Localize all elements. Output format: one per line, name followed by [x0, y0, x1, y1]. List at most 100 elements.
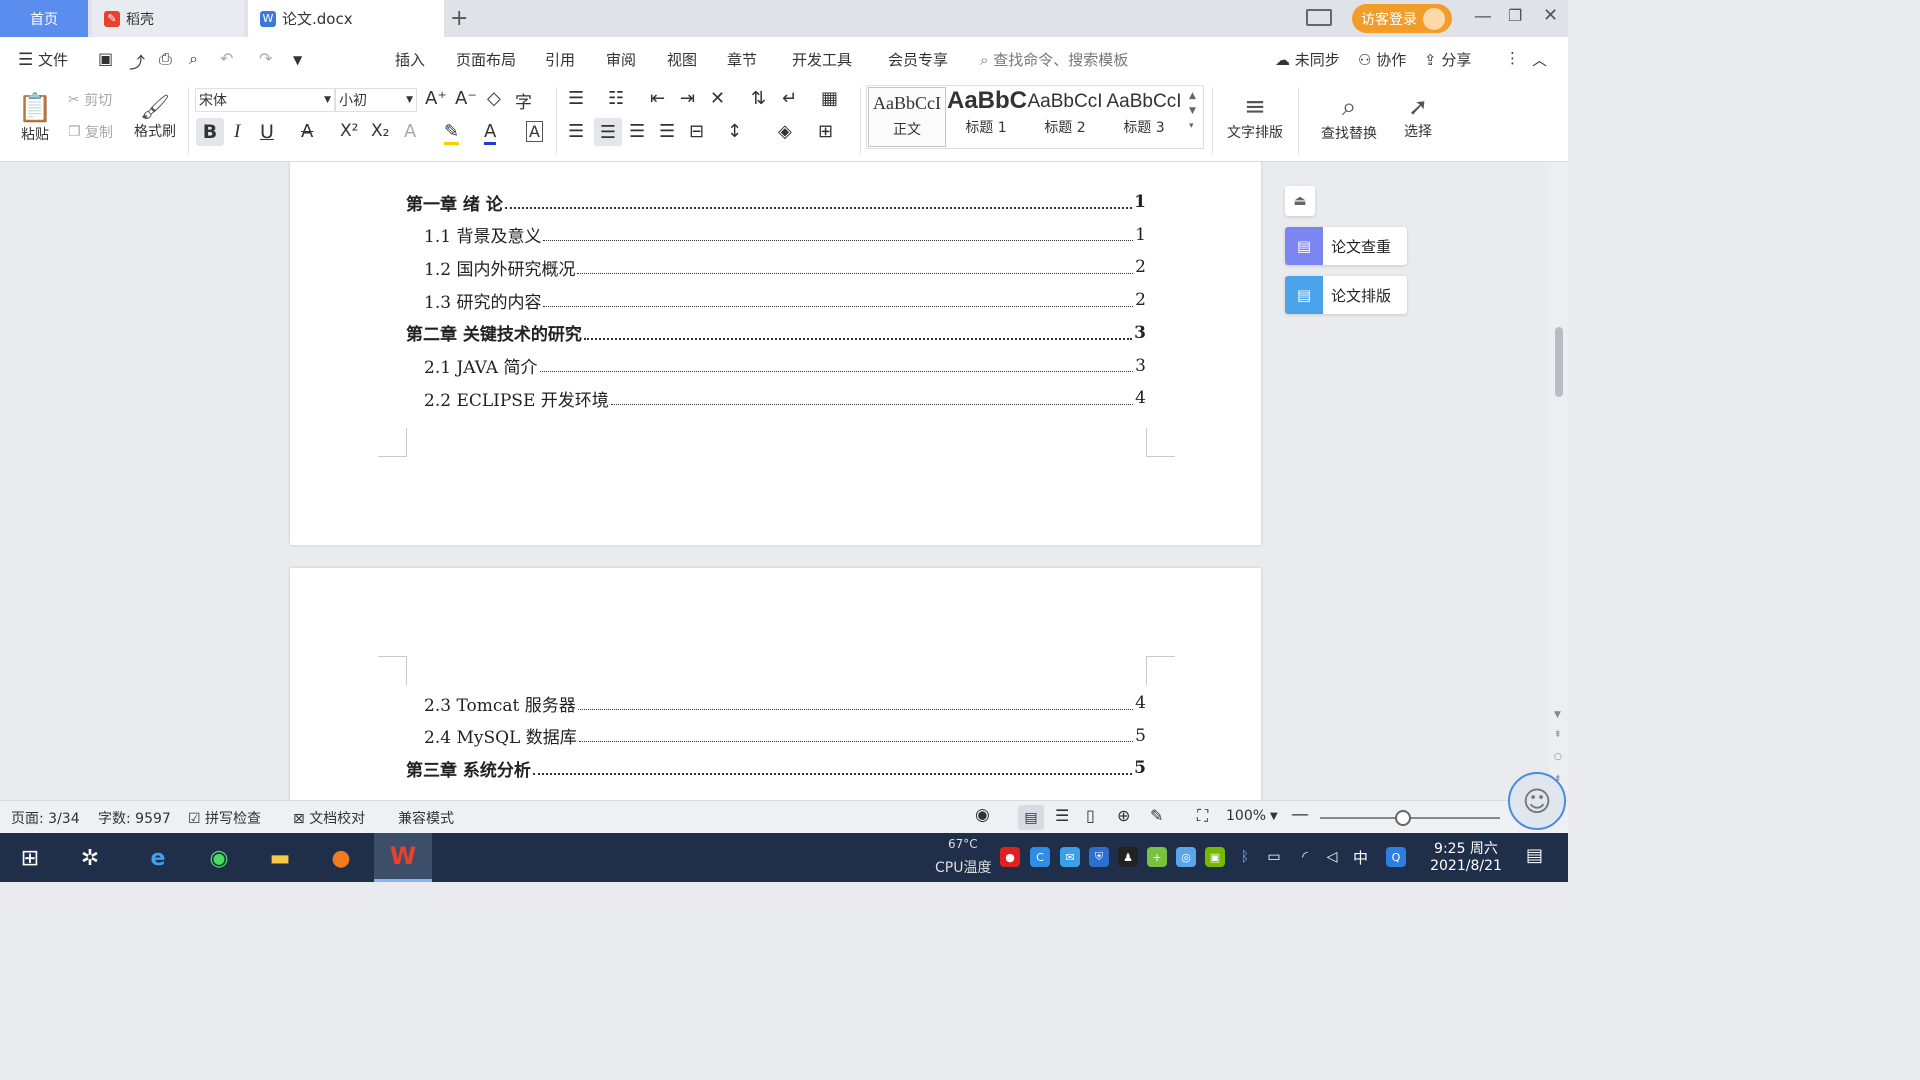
scroll-down-icon[interactable]: ▼ [1554, 710, 1561, 720]
tab-member[interactable]: 会员专享 [888, 49, 948, 70]
toc-entry[interactable]: 2.1 JAVA 简介 3 [406, 354, 1146, 379]
fit-page-icon[interactable]: ⛶ [1197, 806, 1208, 826]
text-layout-button[interactable]: ≡ 文字排版 [1220, 87, 1290, 147]
paper-check-button[interactable]: ▤ 论文查重 [1285, 227, 1407, 265]
char-border-button[interactable]: A [526, 121, 543, 142]
increase-font-icon[interactable]: A⁺ [425, 88, 447, 109]
tray-app-icon[interactable]: + [1147, 847, 1167, 867]
tab-insert[interactable]: 插入 [395, 49, 425, 70]
web-view-icon[interactable]: ⊕ [1117, 806, 1130, 825]
select-browse-icon[interactable]: ○ [1554, 752, 1562, 762]
volume-icon[interactable]: ◁ [1322, 847, 1342, 867]
layout-switch-icon[interactable] [1306, 9, 1332, 26]
scrollbar-thumb[interactable] [1555, 327, 1563, 397]
share-button[interactable]: ⇪ 分享 [1424, 49, 1471, 70]
toc-entry[interactable]: 2.2 ECLIPSE 开发环境 4 [406, 386, 1146, 411]
ime-indicator[interactable]: 中 [1353, 847, 1368, 868]
bullet-list-icon[interactable]: ☰ [568, 88, 584, 109]
restore-icon[interactable]: ❐ [1508, 6, 1522, 25]
collapse-ribbon-icon[interactable]: ︿ [1532, 49, 1547, 70]
show-marks-icon[interactable]: ↵ [782, 88, 797, 109]
print-icon[interactable]: ⎙ [159, 49, 172, 69]
sync-button[interactable]: ☁ 未同步 [1275, 49, 1340, 70]
align-center-icon[interactable]: ☰ [594, 118, 622, 146]
file-explorer-icon[interactable]: ▬ [260, 839, 300, 877]
clock-time[interactable]: 9:25 周六 [1426, 838, 1506, 858]
clear-format-icon[interactable]: ◇ [487, 88, 501, 109]
subscript-button[interactable]: X₂ [371, 121, 389, 141]
more-icon[interactable]: ⋮ [1505, 49, 1520, 67]
increase-indent-icon[interactable]: ⇥ [680, 88, 695, 109]
assistant-robot-icon[interactable]: ☺ [1508, 772, 1566, 830]
align-right-icon[interactable]: ☰ [629, 121, 645, 142]
toc-entry[interactable]: 第三章 系统分析 5 [406, 756, 1146, 781]
zoom-dropdown-icon[interactable]: ▼ [1270, 811, 1278, 822]
outline-view-icon[interactable]: ☰ [1055, 806, 1069, 825]
find-replace-button[interactable]: ⌕ 查找替换 [1313, 87, 1385, 147]
windows-start-icon[interactable]: ⊞ [10, 839, 50, 877]
tab-dev-tools[interactable]: 开发工具 [792, 49, 852, 70]
style-heading-1[interactable]: AaBbC 标题 1 [947, 87, 1027, 147]
save-icon[interactable]: ▣ [98, 49, 113, 68]
paper-layout-button[interactable]: ▤ 论文排版 [1285, 276, 1407, 314]
font-family-select[interactable]: 宋体 ▼ [195, 88, 335, 112]
document-page[interactable]: 2.3 Tomcat 服务器 4 2.4 MySQL 数据库 5 第三章 系统分析 5 [290, 568, 1261, 800]
app-mascot-icon[interactable]: ● [321, 839, 361, 877]
style-heading-3[interactable]: AaBbCcI 标题 3 [1105, 87, 1183, 147]
borders-icon[interactable]: ⊞ [818, 121, 833, 142]
bluetooth-icon[interactable]: ᛒ [1235, 847, 1255, 867]
page-count[interactable]: 页面: 3/34 [11, 808, 80, 828]
page-view-icon[interactable]: ▤ [1018, 805, 1044, 830]
notification-center-icon[interactable]: ▤ [1526, 845, 1543, 866]
tab-document[interactable]: W 论文.docx [248, 0, 444, 37]
format-painter-button[interactable]: 🖌 格式刷 [132, 87, 178, 147]
tray-app-icon[interactable]: ● [1000, 847, 1020, 867]
select-button[interactable]: ➚ 选择 [1394, 87, 1442, 147]
wps-taskbar-icon[interactable]: W [374, 833, 432, 882]
style-gallery-scroll[interactable]: ▲ ▼ ▾ [1189, 89, 1196, 134]
word-count[interactable]: 字数: 9597 [98, 808, 171, 828]
tab-daoke[interactable]: ✎ 稻壳 [92, 0, 244, 37]
new-tab-button[interactable]: + [450, 6, 468, 31]
decrease-font-icon[interactable]: A⁻ [455, 88, 477, 109]
prev-page-icon[interactable]: ⇞ [1554, 730, 1562, 740]
paste-button[interactable]: 📋 粘贴 [14, 87, 56, 147]
toc-entry[interactable]: 2.3 Tomcat 服务器 4 [406, 691, 1146, 716]
zoom-out-icon[interactable]: — [1291, 804, 1309, 825]
document-page[interactable]: 第一章 绪 论 1 1.1 背景及意义 1 1.2 国内外研究概况 2 1.3 研究的内容 2… [290, 162, 1261, 545]
tab-chapter[interactable]: 章节 [727, 49, 757, 70]
document-canvas[interactable]: 第一章 绪 论 1 1.1 背景及意义 1 1.2 国内外研究概况 2 1.3 研究的内容 2… [0, 162, 1568, 800]
table-draw-icon[interactable]: ▦ [821, 88, 838, 109]
wifi-icon[interactable]: ◜ [1295, 847, 1315, 867]
distribute-icon[interactable]: ⊟ [689, 121, 704, 142]
line-spacing-icon[interactable]: ↕ [727, 121, 742, 142]
toc-entry[interactable]: 1.2 国内外研究概况 2 [406, 255, 1146, 280]
browser-360-icon[interactable]: ◉ [199, 839, 239, 877]
search-tray-icon[interactable]: Q [1386, 847, 1406, 867]
proofread-button[interactable]: ⊠ 文档校对 [293, 808, 365, 828]
export-icon[interactable]: ⤴ [129, 49, 145, 73]
highlight-icon[interactable]: ✎ [444, 121, 460, 145]
style-heading-2[interactable]: AaBbCcI 标题 2 [1026, 87, 1104, 147]
underline-button[interactable]: U [260, 121, 274, 143]
tray-app-icon[interactable]: ◎ [1176, 847, 1196, 867]
quick-access-dropdown-icon[interactable]: ▼ [293, 53, 302, 67]
nvidia-icon[interactable]: ▣ [1205, 847, 1225, 867]
justify-icon[interactable]: ☰ [659, 121, 675, 142]
toc-entry[interactable]: 第二章 关键技术的研究 3 [406, 321, 1146, 346]
tab-review[interactable]: 审阅 [606, 49, 636, 70]
italic-button[interactable]: I [234, 121, 240, 143]
reading-view-icon[interactable]: ▯ [1086, 806, 1095, 825]
file-menu[interactable]: ☰ 文件 [18, 49, 68, 70]
zoom-slider-handle[interactable] [1395, 810, 1411, 826]
internet-explorer-icon[interactable]: e [138, 839, 178, 877]
guest-login-button[interactable]: 访客登录 [1352, 4, 1452, 33]
sort-icon[interactable]: ⇅ [751, 88, 766, 109]
print-preview-icon[interactable]: ⌕ [189, 49, 198, 69]
undo-icon[interactable]: ↶ [220, 49, 233, 68]
copy-button[interactable]: ❐ 复制 [68, 121, 113, 143]
text-effect-button[interactable]: A [404, 121, 416, 142]
font-size-select[interactable]: 小初 ▼ [335, 88, 417, 112]
tab-references[interactable]: 引用 [545, 49, 575, 70]
battery-icon[interactable]: ▭ [1264, 847, 1284, 867]
